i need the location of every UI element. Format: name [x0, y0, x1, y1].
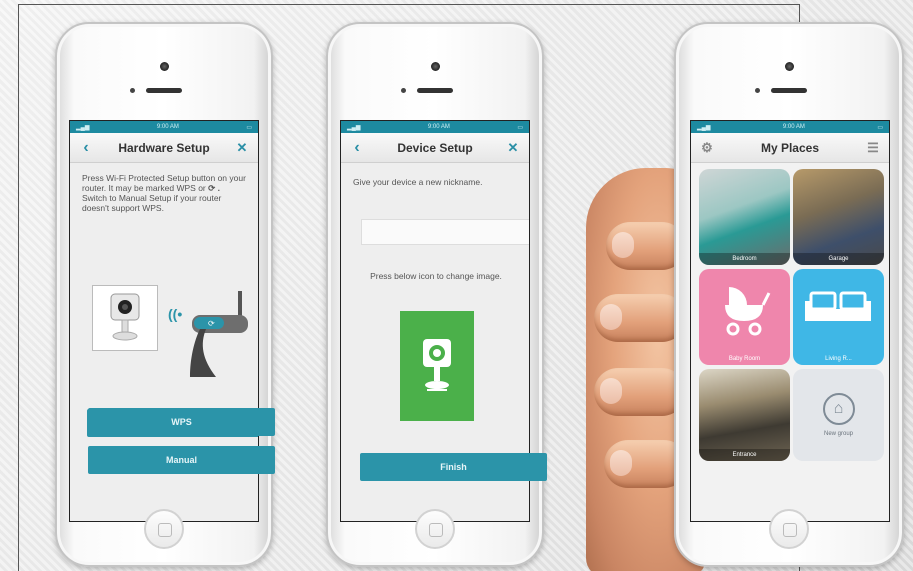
wifi-signal-icon: ((•	[168, 306, 183, 322]
nav-bar: ⚙ My Places ☰	[691, 133, 889, 163]
status-bar: ▂▄▆ 9:00 AM ▭	[341, 121, 529, 133]
phone-my-places: ▂▄▆ 9:00 AM ▭ ⚙ My Places ☰ Bedroom Gara…	[674, 22, 904, 567]
front-camera	[431, 62, 440, 71]
phone-device-setup: ▂▄▆ 9:00 AM ▭ ‹ Device Setup ✕ Give your…	[326, 22, 544, 567]
back-chevron-icon[interactable]: ‹	[78, 139, 94, 157]
nav-bar: ‹ Device Setup ✕	[341, 133, 529, 163]
finish-button[interactable]: Finish	[360, 453, 547, 481]
place-tile-entrance[interactable]: Entrance	[699, 369, 790, 461]
place-tile-garage[interactable]: Garage	[793, 169, 884, 265]
status-time: 9:00 AM	[156, 124, 179, 130]
place-tile-baby-room[interactable]: Baby Room	[699, 269, 790, 365]
earpiece-speaker	[146, 88, 182, 93]
earpiece-speaker	[771, 88, 807, 93]
place-tile-bedroom[interactable]: Bedroom	[699, 169, 790, 265]
new-group-label: New group	[823, 431, 853, 437]
page-title: Device Setup	[397, 140, 473, 155]
nickname-input[interactable]	[361, 219, 529, 245]
ring-finger	[594, 368, 686, 416]
close-icon[interactable]: ✕	[234, 140, 250, 156]
status-bar: ▂▄▆ 9:00 AM ▭	[691, 121, 889, 133]
my-places-screen: ▂▄▆ 9:00 AM ▭ ⚙ My Places ☰ Bedroom Gara…	[690, 120, 890, 522]
status-bar: ▂▄▆ 9:00 AM ▭	[70, 121, 258, 133]
close-icon[interactable]: ✕	[505, 140, 521, 156]
signal-icon: ▂▄▆	[347, 124, 361, 131]
image-prompt: Press below icon to change image.	[370, 271, 502, 281]
wps-button-label[interactable]: WPS	[88, 408, 275, 436]
device-image-tile[interactable]	[400, 311, 474, 421]
page-title: Hardware Setup	[118, 140, 210, 155]
front-camera	[785, 62, 794, 71]
new-group-tile[interactable]: ⌂ New group	[793, 369, 884, 461]
phone-hardware-setup: ▂▄▆ 9:00 AM ▭ ‹ Hardware Setup ✕ Press W…	[55, 22, 273, 567]
back-chevron-icon[interactable]: ‹	[349, 139, 365, 157]
svg-text:⟳: ⟳	[208, 319, 215, 328]
battery-icon: ▭	[877, 124, 883, 131]
home-button[interactable]	[144, 509, 184, 549]
manual-button[interactable]: Manual	[88, 446, 275, 474]
nickname-prompt: Give your device a new nickname.	[353, 177, 483, 187]
proximity-sensor	[755, 88, 760, 93]
status-time: 9:00 AM	[427, 124, 450, 130]
home-button[interactable]	[769, 509, 809, 549]
home-button[interactable]	[415, 509, 455, 549]
wps-instructions: Press Wi-Fi Protected Setup button on yo…	[82, 173, 246, 213]
proximity-sensor	[401, 88, 406, 93]
router-illustration: ⟳	[186, 289, 256, 379]
camera-illustration	[92, 285, 158, 351]
wps-symbol-icon: ⟳ .	[208, 183, 220, 193]
battery-icon: ▭	[517, 124, 523, 131]
signal-icon: ▂▄▆	[76, 124, 90, 131]
front-camera	[160, 62, 169, 71]
menu-icon[interactable]: ☰	[865, 140, 881, 156]
gear-icon[interactable]: ⚙	[699, 140, 715, 156]
middle-finger	[594, 294, 686, 342]
battery-icon: ▭	[246, 124, 252, 131]
add-home-icon: ⌂	[822, 393, 855, 425]
place-tile-living-room[interactable]: Living R...	[793, 269, 884, 365]
status-time: 9:00 AM	[782, 124, 805, 130]
earpiece-speaker	[417, 88, 453, 93]
camera-icon	[423, 339, 451, 391]
signal-icon: ▂▄▆	[697, 124, 711, 131]
proximity-sensor	[130, 88, 135, 93]
stroller-icon	[725, 287, 771, 336]
sofa-icon	[805, 291, 871, 321]
page-title: My Places	[760, 140, 820, 155]
nav-bar: ‹ Hardware Setup ✕	[70, 133, 258, 163]
